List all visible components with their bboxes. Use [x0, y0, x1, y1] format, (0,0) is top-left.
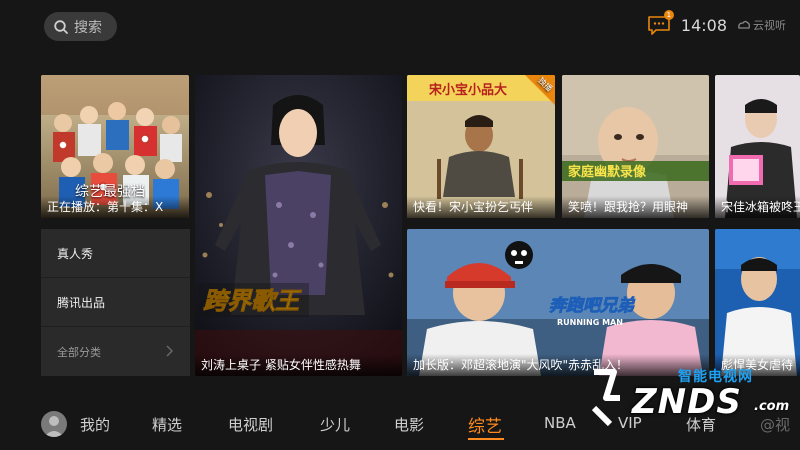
category-item-tencent[interactable]: 腾讯出品 [41, 278, 190, 327]
tile-singer[interactable]: 跨界歌王 刘涛上桌子 紧贴女伴性感热舞 [195, 75, 402, 376]
tile-variety-top[interactable]: 综艺最强档 正在播放：第十集：X [41, 75, 189, 218]
watermark-main: ZNDS [632, 382, 742, 422]
category-label: 全部分类 [57, 345, 101, 359]
nav-item-movies[interactable]: 电影 [394, 414, 424, 435]
tile-baby[interactable]: 家庭幽默录像 笑喷！跟我抢？用眼神 [562, 75, 709, 218]
search-icon [54, 19, 68, 34]
brand-icon [738, 20, 750, 29]
message-button[interactable]: 1 [647, 10, 674, 36]
search-button[interactable]: 搜索 [44, 12, 117, 41]
tile-song-xiaobao-caption: 快看！宋小宝扮乞丐伴 [407, 196, 555, 218]
tile-baby-caption: 笑喷！跟我抢？用眼神 [562, 196, 709, 218]
nav-item-variety[interactable]: 综艺 [468, 412, 502, 437]
category-label: 腾讯出品 [57, 295, 106, 310]
notification-badge: 1 [663, 10, 674, 20]
nav-item-nba[interactable]: NBA [544, 414, 576, 432]
brand-text: 云视听 [753, 19, 786, 32]
tile-singer-caption: 刘涛上桌子 紧贴女伴性感热舞 [195, 354, 402, 376]
chevron-right-icon [166, 345, 173, 357]
nav-item-tv-series[interactable]: 电视剧 [228, 414, 273, 435]
running-man-logo-cn: 奔跑吧兄弟 [549, 296, 636, 316]
avatar[interactable] [41, 411, 67, 437]
tile-variety-top-caption: 正在播放：第十集：X [41, 196, 189, 218]
category-item-reality[interactable]: 真人秀 [41, 229, 190, 278]
clock: 14:08 [680, 15, 727, 35]
category-item-all[interactable]: 全部分类 [41, 327, 190, 376]
tile-running-man[interactable]: 奔跑吧兄弟 RUNNING MAN 加长版：邓超滚地演"大风吹"赤赤乱入！ [407, 229, 709, 376]
znds-watermark: 智能电视网 ZNDS .com [590, 360, 800, 430]
status-area: 1 14:08 云视听 [647, 10, 786, 38]
comedian-sign-text: 宋小宝小品大 [428, 82, 507, 98]
tile-fridge-caption: 宋佳冰箱被咚王 [715, 196, 800, 218]
tile-song-xiaobao[interactable]: 宋小宝小品大 独播 快看！宋小宝扮乞丐伴 [407, 75, 555, 218]
nav-item-featured[interactable]: 精选 [152, 414, 182, 435]
category-list: 真人秀 腾讯出品 全部分类 [41, 229, 190, 376]
nav-item-kids[interactable]: 少儿 [320, 414, 350, 435]
category-label: 真人秀 [57, 246, 94, 261]
brand-logo: 云视听 [737, 17, 786, 33]
user-icon [44, 416, 64, 437]
tile-fridge[interactable]: 宋佳冰箱被咚王 [715, 75, 800, 218]
running-man-logo-en: RUNNING MAN [557, 318, 623, 327]
baby-sign-text: 家庭幽默录像 [568, 164, 647, 180]
singer-artwork: 跨界歌王 [195, 75, 402, 376]
nav-item-mine[interactable]: 我的 [80, 414, 110, 435]
singer-logo-text: 跨界歌王 [203, 287, 302, 315]
tile-host[interactable]: 彪悍美女虐待 [715, 229, 800, 376]
search-label: 搜索 [74, 19, 102, 36]
watermark-suffix: .com [754, 399, 790, 414]
nav-active-indicator [468, 438, 504, 440]
